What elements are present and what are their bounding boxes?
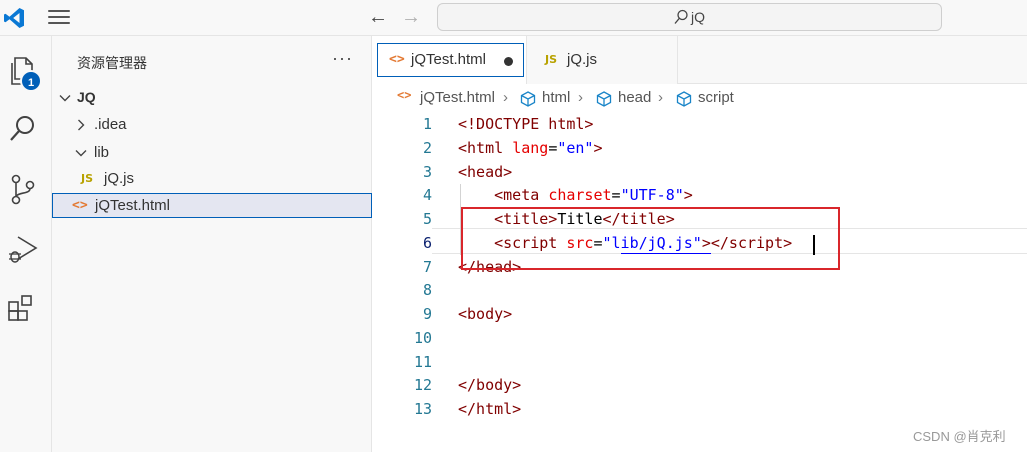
line-number: 10 (413, 329, 432, 347)
line-number: 6 (422, 234, 432, 252)
code-line-12: </body> (458, 376, 522, 394)
activity-bar: 1 (0, 36, 52, 452)
html-file-icon: <> (397, 88, 412, 102)
chevron-down-icon (59, 95, 71, 102)
tab-jqtest-html[interactable]: <> jQTest.html (372, 36, 527, 84)
more-actions-icon[interactable]: ··· (332, 48, 353, 69)
unsaved-dot-icon[interactable] (504, 57, 513, 66)
code-line-3: <head> (458, 163, 513, 181)
tree-item-label: lib (94, 144, 110, 161)
breadcrumb-file[interactable]: jQTest.html (420, 89, 495, 106)
breadcrumb-html[interactable]: html (542, 89, 570, 106)
arrow-right-icon[interactable]: → (400, 6, 422, 28)
line-number: 8 (422, 281, 432, 299)
tab-jq-js[interactable]: JS jQ.js (527, 36, 678, 84)
menu-icon[interactable] (48, 10, 70, 26)
line-number: 13 (413, 400, 432, 418)
line-number: 9 (422, 305, 432, 323)
chevron-right-icon: › (503, 89, 508, 106)
explorer-badge: 1 (20, 70, 42, 92)
arrow-left-icon[interactable]: ← (367, 6, 389, 28)
vscode-window: ← → jQ 1 资源管理器 ··· JQ .idea lib JS jQ.js… (0, 0, 1027, 452)
search-icon[interactable] (6, 112, 40, 146)
code-line-1: <!DOCTYPE html> (458, 115, 594, 133)
tree-item-label: .idea (94, 116, 127, 133)
js-file-icon: JS (545, 53, 558, 66)
code-line-2: <html lang="en"> (458, 139, 603, 157)
search-icon (674, 9, 688, 24)
breadcrumb-head[interactable]: head (618, 89, 651, 106)
tree-item-label: jQ.js (104, 170, 134, 187)
link-underline (621, 253, 711, 254)
vscode-logo-icon (4, 8, 24, 28)
line-number: 12 (413, 376, 432, 394)
line-number: 4 (422, 186, 432, 204)
tree-item-jqtest-html[interactable]: <> jQTest.html (52, 193, 372, 218)
code-line-7: </head> (458, 258, 522, 276)
symbol-element-icon (520, 91, 536, 107)
line-number: 7 (422, 258, 432, 276)
tab-label: jQTest.html (411, 51, 487, 68)
source-control-icon[interactable] (6, 172, 40, 206)
tree-item-lib[interactable]: lib (52, 140, 372, 165)
extensions-icon[interactable] (6, 292, 40, 326)
breadcrumb: <> jQTest.html › html › head › script (372, 85, 1027, 111)
explorer-title: 资源管理器 (77, 55, 147, 71)
explorer-panel: 资源管理器 ··· JQ .idea lib JS jQ.js <> jQTes… (52, 36, 372, 452)
line-number: 3 (422, 163, 432, 181)
search-text: jQ (691, 9, 705, 25)
code-line-6: <script src="lib/jQ.js"></script> (494, 234, 793, 252)
symbol-element-icon (596, 91, 612, 107)
js-file-icon: JS (81, 172, 94, 185)
tab-label: jQ.js (567, 51, 597, 68)
tab-bar: <> jQTest.html JS jQ.js (372, 36, 1027, 84)
tree-item-idea[interactable]: .idea (52, 112, 372, 137)
editor-area: <> jQTest.html JS jQ.js <> jQTest.html ›… (372, 36, 1027, 452)
tree-root-label: JQ (77, 89, 96, 105)
line-number: 5 (422, 210, 432, 228)
symbol-element-icon (676, 91, 692, 107)
breadcrumb-script[interactable]: script (698, 89, 734, 106)
code-line-4: <meta charset="UTF-8"> (494, 186, 693, 204)
chevron-right-icon (78, 119, 85, 131)
chevron-right-icon: › (578, 89, 583, 106)
code-line-9: <body> (458, 305, 513, 323)
tree-item-label: jQTest.html (95, 197, 171, 214)
run-debug-icon[interactable] (6, 232, 40, 266)
text-caret (813, 235, 815, 255)
html-file-icon: <> (72, 198, 88, 213)
chevron-down-icon (75, 150, 87, 157)
html-file-icon: <> (389, 52, 405, 67)
watermark: CSDN @肖克利 (913, 429, 1006, 444)
code-line-5: <title>Title</title> (494, 210, 675, 228)
command-center-search[interactable]: jQ (437, 3, 942, 31)
title-bar: ← → jQ (0, 0, 1027, 36)
chevron-right-icon: › (658, 89, 663, 106)
code-line-13: </html> (458, 400, 522, 418)
line-number: 11 (413, 353, 432, 371)
line-number: 2 (422, 139, 432, 157)
tree-root-jq[interactable]: JQ (52, 85, 372, 110)
line-number: 1 (422, 115, 432, 133)
tree-item-jq-js[interactable]: JS jQ.js (52, 166, 372, 191)
